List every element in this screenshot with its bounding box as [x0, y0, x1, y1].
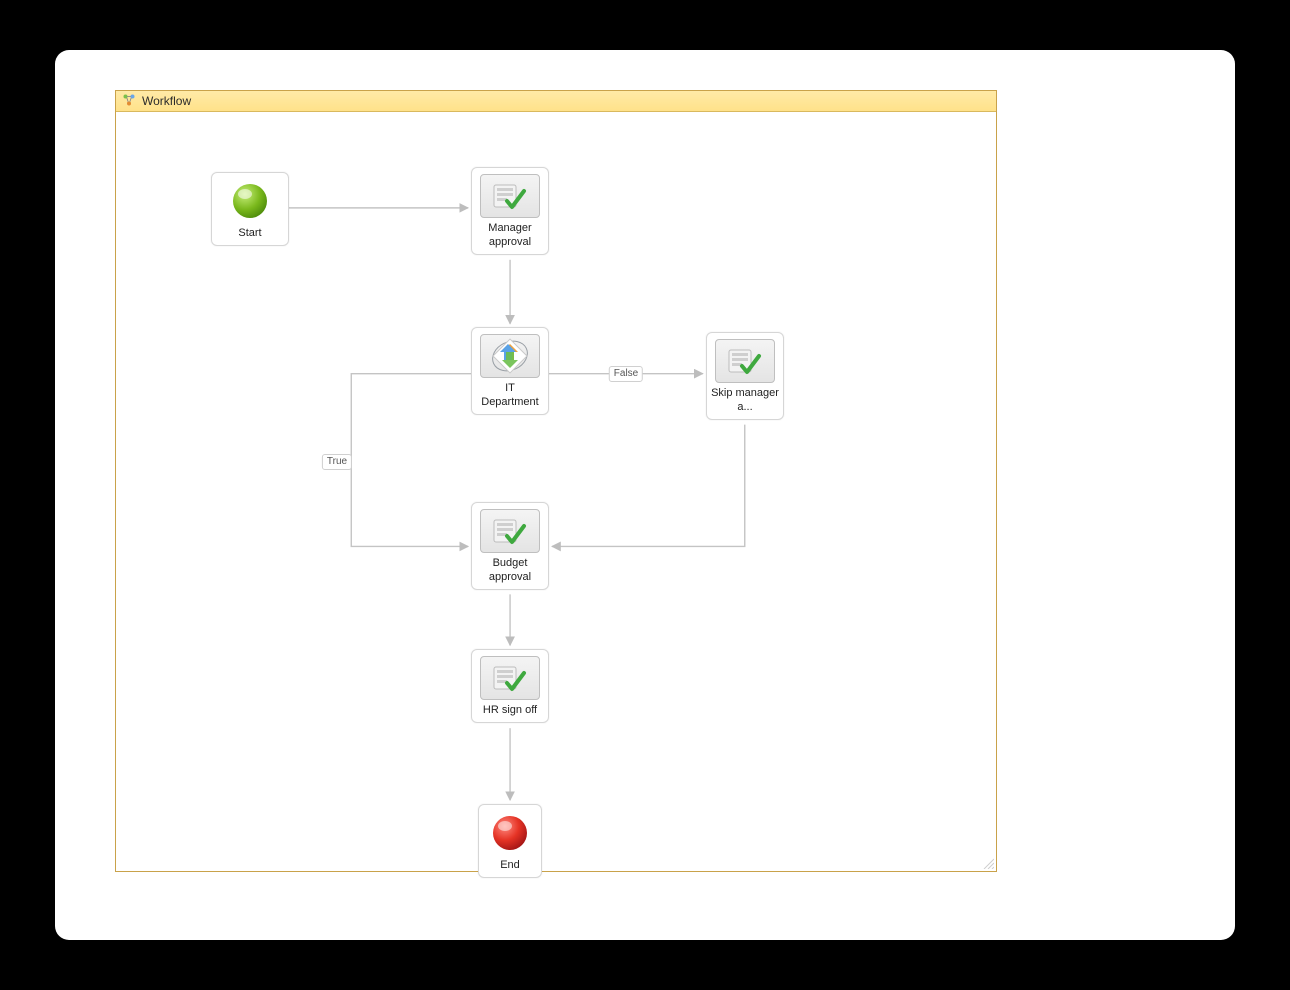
node-label: Start	[216, 227, 284, 241]
node-label: IT Department	[476, 382, 544, 410]
node-label: Budget approval	[476, 557, 544, 585]
node-label: End	[483, 859, 537, 873]
node-budget-approval[interactable]: Budget approval	[471, 502, 549, 590]
panel-header[interactable]: Workflow	[116, 91, 996, 112]
approval-icon	[480, 656, 540, 700]
approval-icon	[480, 174, 540, 218]
approval-icon	[480, 509, 540, 553]
edge-it-to-budget-true[interactable]	[351, 374, 471, 547]
edge-skip-to-budget[interactable]	[552, 425, 745, 547]
workflow-panel: Workflow	[115, 90, 997, 872]
edge-label-false[interactable]: False	[609, 366, 643, 382]
approval-icon	[715, 339, 775, 383]
node-label: HR sign off	[476, 704, 544, 718]
workflow-canvas[interactable]: False True Start	[116, 112, 996, 871]
node-start[interactable]: Start	[211, 172, 289, 246]
decision-icon	[480, 334, 540, 378]
node-label: Manager approval	[476, 222, 544, 250]
edge-label-true[interactable]: True	[322, 454, 352, 470]
node-label: Skip manager a...	[711, 387, 779, 415]
resize-grip-icon[interactable]	[982, 857, 994, 869]
workflow-icon	[122, 93, 136, 110]
node-end[interactable]: End	[478, 804, 542, 878]
node-hr-signoff[interactable]: HR sign off	[471, 649, 549, 723]
start-icon	[228, 179, 272, 223]
node-skip-manager[interactable]: Skip manager a...	[706, 332, 784, 420]
designer-window: Workflow	[55, 50, 1235, 940]
end-icon	[488, 811, 532, 855]
node-it-department[interactable]: IT Department	[471, 327, 549, 415]
node-manager-approval[interactable]: Manager approval	[471, 167, 549, 255]
panel-title: Workflow	[142, 94, 191, 108]
